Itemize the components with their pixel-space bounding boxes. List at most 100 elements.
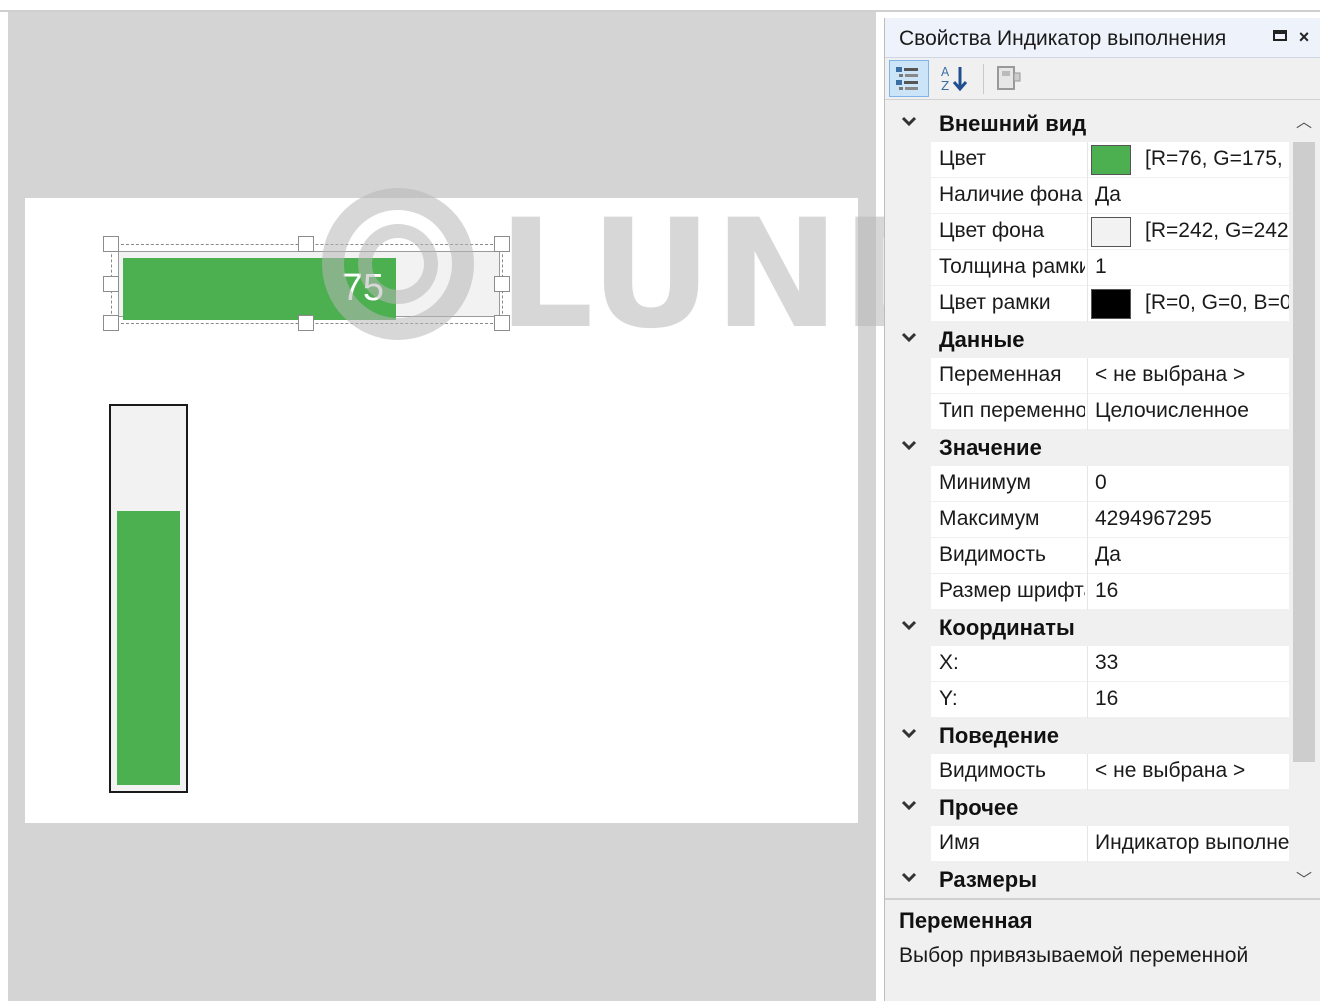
property-value[interactable]: < не выбрана > [1095,759,1289,783]
chevron-down-icon[interactable] [899,795,919,815]
property-name: Цвет рамки [939,291,1051,314]
property-grid[interactable]: Внешний вид Цвет [R=76, G=175, B=80] Наличи… [887,106,1289,898]
category-label: Прочее [939,795,1019,820]
chevron-down-icon[interactable] [899,867,919,887]
property-row[interactable]: Размер шрифта 16 [887,574,1289,610]
category-row[interactable]: Поведение [887,718,1289,754]
column-divider[interactable] [1087,682,1088,718]
property-row[interactable]: Видимость < не выбрана > [887,754,1289,790]
chevron-down-icon[interactable] [899,111,919,131]
column-divider[interactable] [1087,538,1088,574]
property-value[interactable]: 33 [1095,651,1289,675]
property-value[interactable]: Да [1095,183,1289,207]
scroll-down-icon[interactable]: ﹀ [1293,870,1315,892]
property-row[interactable]: Y: 16 [887,682,1289,718]
chevron-down-icon[interactable] [899,435,919,455]
property-value[interactable]: 16 [1095,579,1289,603]
property-value[interactable]: < не выбрана > [1095,363,1289,387]
color-swatch[interactable] [1091,289,1131,319]
close-icon[interactable]: × [1293,26,1315,48]
property-pages-icon[interactable] [989,60,1029,97]
column-divider[interactable] [1087,214,1088,250]
property-value[interactable]: 1 [1095,255,1289,279]
column-divider[interactable] [1087,358,1088,394]
resize-handle-top-right[interactable] [494,236,510,252]
chevron-down-icon[interactable] [899,615,919,635]
property-grid-scrollbar[interactable]: ︿ ﹀ [1289,106,1319,898]
property-row[interactable]: Видимость Да [887,538,1289,574]
category-row[interactable]: Данные [887,322,1289,358]
column-divider[interactable] [1087,178,1088,214]
scroll-up-icon[interactable]: ︿ [1293,112,1315,134]
property-row[interactable]: Толщина рамки 1 [887,250,1289,286]
row-gutter [887,286,931,322]
horizontal-progress-bar[interactable]: 75 [118,251,500,320]
category-row[interactable]: Значение [887,430,1289,466]
column-divider[interactable] [1087,646,1088,682]
row-gutter [887,682,931,718]
property-row[interactable]: X: 33 [887,646,1289,682]
resize-handle-top[interactable] [298,236,314,252]
color-swatch[interactable] [1091,145,1131,175]
chevron-down-icon[interactable] [899,723,919,743]
categorized-view-icon[interactable] [889,60,929,97]
column-divider[interactable] [1087,286,1088,322]
category-label: Размеры [939,867,1038,892]
resize-handle-right[interactable] [494,276,510,292]
property-value[interactable]: 0 [1095,471,1289,495]
property-value[interactable]: Да [1095,543,1289,567]
property-row[interactable]: Цвет рамки [R=0, G=0, B=0] [887,286,1289,322]
design-workspace[interactable]: 75 [8,12,876,1001]
property-row[interactable]: Переменная < не выбрана > [887,358,1289,394]
property-row[interactable]: Наличие фона Да [887,178,1289,214]
row-gutter [887,574,931,610]
resize-handle-bottom[interactable] [298,315,314,331]
property-row[interactable]: Минимум 0 [887,466,1289,502]
property-row[interactable]: Тип переменной Целочисленное [887,394,1289,430]
screen-canvas[interactable]: 75 [25,198,858,823]
category-row[interactable]: Размеры [887,862,1289,898]
column-divider[interactable] [1087,502,1088,538]
resize-handle-left[interactable] [103,276,119,292]
resize-handle-top-left[interactable] [103,236,119,252]
row-gutter [887,826,931,862]
property-row[interactable]: Имя Индикатор выполнения [887,826,1289,862]
row-gutter [887,538,931,574]
property-value[interactable]: [R=0, G=0, B=0] [1145,291,1289,315]
column-divider[interactable] [1087,250,1088,286]
column-divider[interactable] [1087,826,1088,862]
category-label: Значение [939,435,1042,460]
column-divider[interactable] [1087,394,1088,430]
column-divider[interactable] [1087,466,1088,502]
column-divider[interactable] [1087,142,1088,178]
maximize-icon[interactable] [1269,26,1291,48]
description-text: Выбор привязываемой переменной [899,944,1249,967]
row-gutter [887,250,931,286]
property-value[interactable]: [R=76, G=175, B=80] [1145,147,1289,171]
row-gutter [887,394,931,430]
property-name: Имя [939,831,980,854]
property-row[interactable]: Цвет [R=76, G=175, B=80] [887,142,1289,178]
property-value[interactable]: 4294967295 [1095,507,1289,531]
resize-handle-bottom-left[interactable] [103,315,119,331]
category-row[interactable]: Внешний вид [887,106,1289,142]
column-divider[interactable] [1087,754,1088,790]
property-value[interactable]: 16 [1095,687,1289,711]
category-row[interactable]: Координаты [887,610,1289,646]
chevron-down-icon[interactable] [899,327,919,347]
row-gutter [887,178,931,214]
property-row[interactable]: Максимум 4294967295 [887,502,1289,538]
property-value[interactable]: Индикатор выполнения [1095,831,1289,855]
category-row[interactable]: Прочее [887,790,1289,826]
column-divider[interactable] [1087,574,1088,610]
vertical-progress-bar[interactable] [109,404,188,793]
property-value[interactable]: Целочисленное [1095,399,1289,423]
property-value[interactable]: [R=242, G=242, B=242] [1145,219,1289,243]
scroll-thumb[interactable] [1293,142,1315,762]
color-swatch[interactable] [1091,217,1131,247]
alphabetical-sort-icon[interactable]: A Z [935,60,975,97]
property-row[interactable]: Цвет фона [R=242, G=242, B=242] [887,214,1289,250]
row-gutter [887,358,931,394]
resize-handle-bottom-right[interactable] [494,315,510,331]
toolbar-separator [983,64,984,94]
